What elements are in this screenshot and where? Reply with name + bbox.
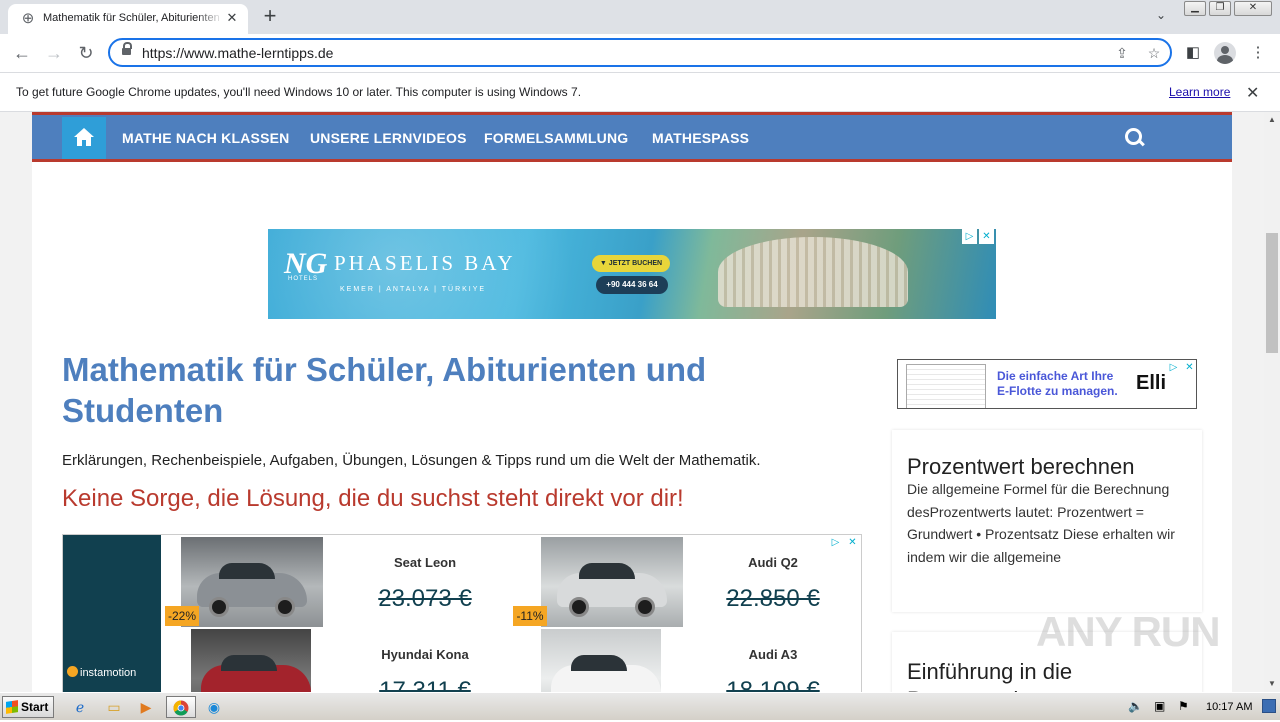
close-ad-icon[interactable]: ✕: [1182, 360, 1196, 375]
instamotion-side-panel: instamotion: [63, 535, 161, 692]
infobar-message: To get future Google Chrome updates, you…: [16, 85, 582, 99]
scroll-down-icon[interactable]: ▼: [1264, 676, 1280, 692]
chevron-down-icon[interactable]: ⌄: [1152, 8, 1170, 24]
back-icon[interactable]: ←: [10, 41, 34, 65]
car-price: 23.073 €: [378, 585, 472, 612]
tab-title: Mathematik für Schüler, Abiturienten und…: [43, 12, 223, 24]
discount-badge: -22%: [165, 606, 199, 626]
close-ad-icon[interactable]: ✕: [979, 229, 994, 244]
browser-toolbar: ← → ↻ https://www.mathe-lerntipps.de ⇪ ☆…: [0, 34, 1280, 72]
file-explorer-icon[interactable]: ▭: [102, 696, 126, 718]
car-name[interactable]: Audi A3: [693, 647, 853, 662]
clock[interactable]: 10:17 AM: [1206, 701, 1252, 713]
scroll-up-icon[interactable]: ▲: [1264, 112, 1280, 128]
learn-more-link[interactable]: Learn more: [1169, 85, 1230, 99]
scrollbar-thumb[interactable]: [1266, 233, 1278, 353]
anyrun-watermark: ANY RUN: [1036, 608, 1221, 655]
car-name[interactable]: Seat Leon: [345, 555, 505, 570]
address-bar[interactable]: https://www.mathe-lerntipps.de ⇪ ☆: [108, 38, 1172, 67]
elli-logo: Elli: [1136, 372, 1167, 394]
browser-tab[interactable]: ⊕ Mathematik für Schüler, Abiturienten u…: [8, 4, 248, 34]
new-tab-button[interactable]: +: [258, 5, 282, 29]
edge-icon[interactable]: ◉: [202, 696, 226, 718]
nav-mathe-nach-klassen[interactable]: MATHE NACH KLASSEN: [122, 130, 289, 146]
home-icon: [74, 128, 94, 146]
restore-button[interactable]: ❐: [1209, 1, 1231, 16]
close-infobar-icon[interactable]: ✕: [1246, 83, 1259, 103]
bookmark-star-icon[interactable]: ☆: [1145, 44, 1163, 62]
banner-brand: PHASELIS BAY: [334, 251, 516, 275]
page-title: Mathematik für Schüler, Abiturienten und…: [62, 351, 707, 429]
media-player-icon[interactable]: ▶: [134, 696, 158, 718]
page-container: MATHE NACH KLASSEN UNSERE LERNVIDEOS FOR…: [32, 112, 1232, 692]
menu-kebab-icon[interactable]: ⋮: [1247, 42, 1269, 64]
share-icon[interactable]: ⇪: [1113, 44, 1131, 62]
dashboard-screenshot: [906, 364, 986, 408]
card-text: Die allgemeine Formel für die Berechnung…: [907, 481, 1175, 565]
book-now-button[interactable]: ▼ JETZT BUCHEN: [592, 255, 670, 272]
tagline: Keine Sorge, die Lösung, die du suchst s…: [62, 485, 684, 512]
elli-sidebar-ad[interactable]: Die einfache Art Ihre E-Flotte zu manage…: [897, 359, 1197, 409]
ad-text-line2: E-Flotte zu managen.: [997, 384, 1118, 398]
car-image-seat-leon[interactable]: [181, 537, 323, 627]
hotel-banner-ad[interactable]: NG HOTELS PHASELIS BAY KEMER | ANTALYA |…: [268, 229, 996, 319]
ng-hotels-sub: HOTELS: [288, 276, 319, 282]
volume-icon[interactable]: 🔈: [1128, 699, 1143, 713]
car-image-hyundai-kona[interactable]: [191, 629, 311, 692]
page-viewport: MATHE NACH KLASSEN UNSERE LERNVIDEOS FOR…: [0, 112, 1264, 692]
tab-strip: ⊕ Mathematik für Schüler, Abiturienten u…: [0, 0, 1280, 34]
chrome-taskbar-icon[interactable]: [166, 696, 196, 718]
ad-text-line1: Die einfache Art Ihre: [997, 369, 1114, 383]
network-icon[interactable]: ▣: [1154, 699, 1165, 713]
adchoices-icon[interactable]: ▷: [962, 229, 977, 244]
nav-mathespass[interactable]: MATHESPASS: [652, 130, 749, 146]
card-title[interactable]: Prozentwert berechnen: [907, 454, 1134, 480]
adchoices-icon[interactable]: ▷: [1166, 360, 1181, 375]
card-title[interactable]: Einführung in die Prozentrechnung: [907, 658, 1147, 692]
search-icon[interactable]: [1124, 127, 1146, 149]
intro-text: Erklärungen, Rechenbeispiele, Aufgaben, …: [62, 452, 761, 469]
adchoices-icon[interactable]: ▷: [828, 535, 843, 550]
home-button[interactable]: [62, 117, 106, 159]
minimize-button[interactable]: ▁: [1184, 1, 1206, 16]
close-tab-icon[interactable]: ✕: [224, 10, 240, 26]
car-price: 18.109 €: [726, 677, 820, 692]
start-button[interactable]: Start: [2, 696, 54, 718]
banner-phone: +90 444 36 64: [596, 276, 668, 294]
car-price: 22.850 €: [726, 585, 820, 612]
discount-badge: -11%: [513, 606, 547, 626]
forward-icon[interactable]: →: [42, 41, 66, 65]
side-panel-icon[interactable]: ◧: [1182, 42, 1204, 64]
banner-location: KEMER | ANTALYA | TÜRKIYE: [340, 286, 487, 293]
globe-icon: ⊕: [21, 10, 35, 27]
close-ad-icon[interactable]: ✕: [845, 535, 860, 550]
car-name[interactable]: Audi Q2: [693, 555, 853, 570]
car-image-audi-q2[interactable]: [541, 537, 683, 627]
instamotion-logo: instamotion: [67, 666, 136, 679]
flag-icon[interactable]: ⚑: [1178, 699, 1189, 713]
update-infobar: To get future Google Chrome updates, you…: [0, 72, 1280, 112]
car-name[interactable]: Hyundai Kona: [345, 647, 505, 662]
sidebar-card-prozentwert[interactable]: Prozentwert berechnen Die allgemeine For…: [892, 430, 1202, 612]
internet-explorer-icon[interactable]: ℯ: [68, 696, 92, 718]
main-navigation: MATHE NACH KLASSEN UNSERE LERNVIDEOS FOR…: [32, 112, 1232, 162]
page-scrollbar[interactable]: ▲ ▼: [1264, 112, 1280, 692]
url-text[interactable]: https://www.mathe-lerntipps.de: [142, 45, 333, 61]
profile-avatar[interactable]: [1214, 42, 1236, 64]
nav-formelsammlung[interactable]: FORMELSAMMLUNG: [484, 130, 628, 146]
lock-icon[interactable]: [122, 42, 132, 57]
car-price: 17.311 €: [379, 677, 471, 692]
chrome-icon: [173, 700, 189, 716]
resort-image: [718, 237, 908, 307]
windows-taskbar: Start ℯ ▭ ▶ ◉ 🔈 ▣ ⚑ 10:17 AM: [0, 692, 1280, 720]
reload-icon[interactable]: ↻: [74, 41, 98, 65]
car-image-audi-a3[interactable]: [541, 629, 661, 692]
car-ad[interactable]: instamotion -22% Seat Leon 23.073 € -11%…: [62, 534, 862, 692]
nav-unsere-lernvideos[interactable]: UNSERE LERNVIDEOS: [310, 130, 467, 146]
show-desktop-button[interactable]: [1262, 699, 1276, 713]
close-window-button[interactable]: ✕: [1234, 1, 1272, 16]
